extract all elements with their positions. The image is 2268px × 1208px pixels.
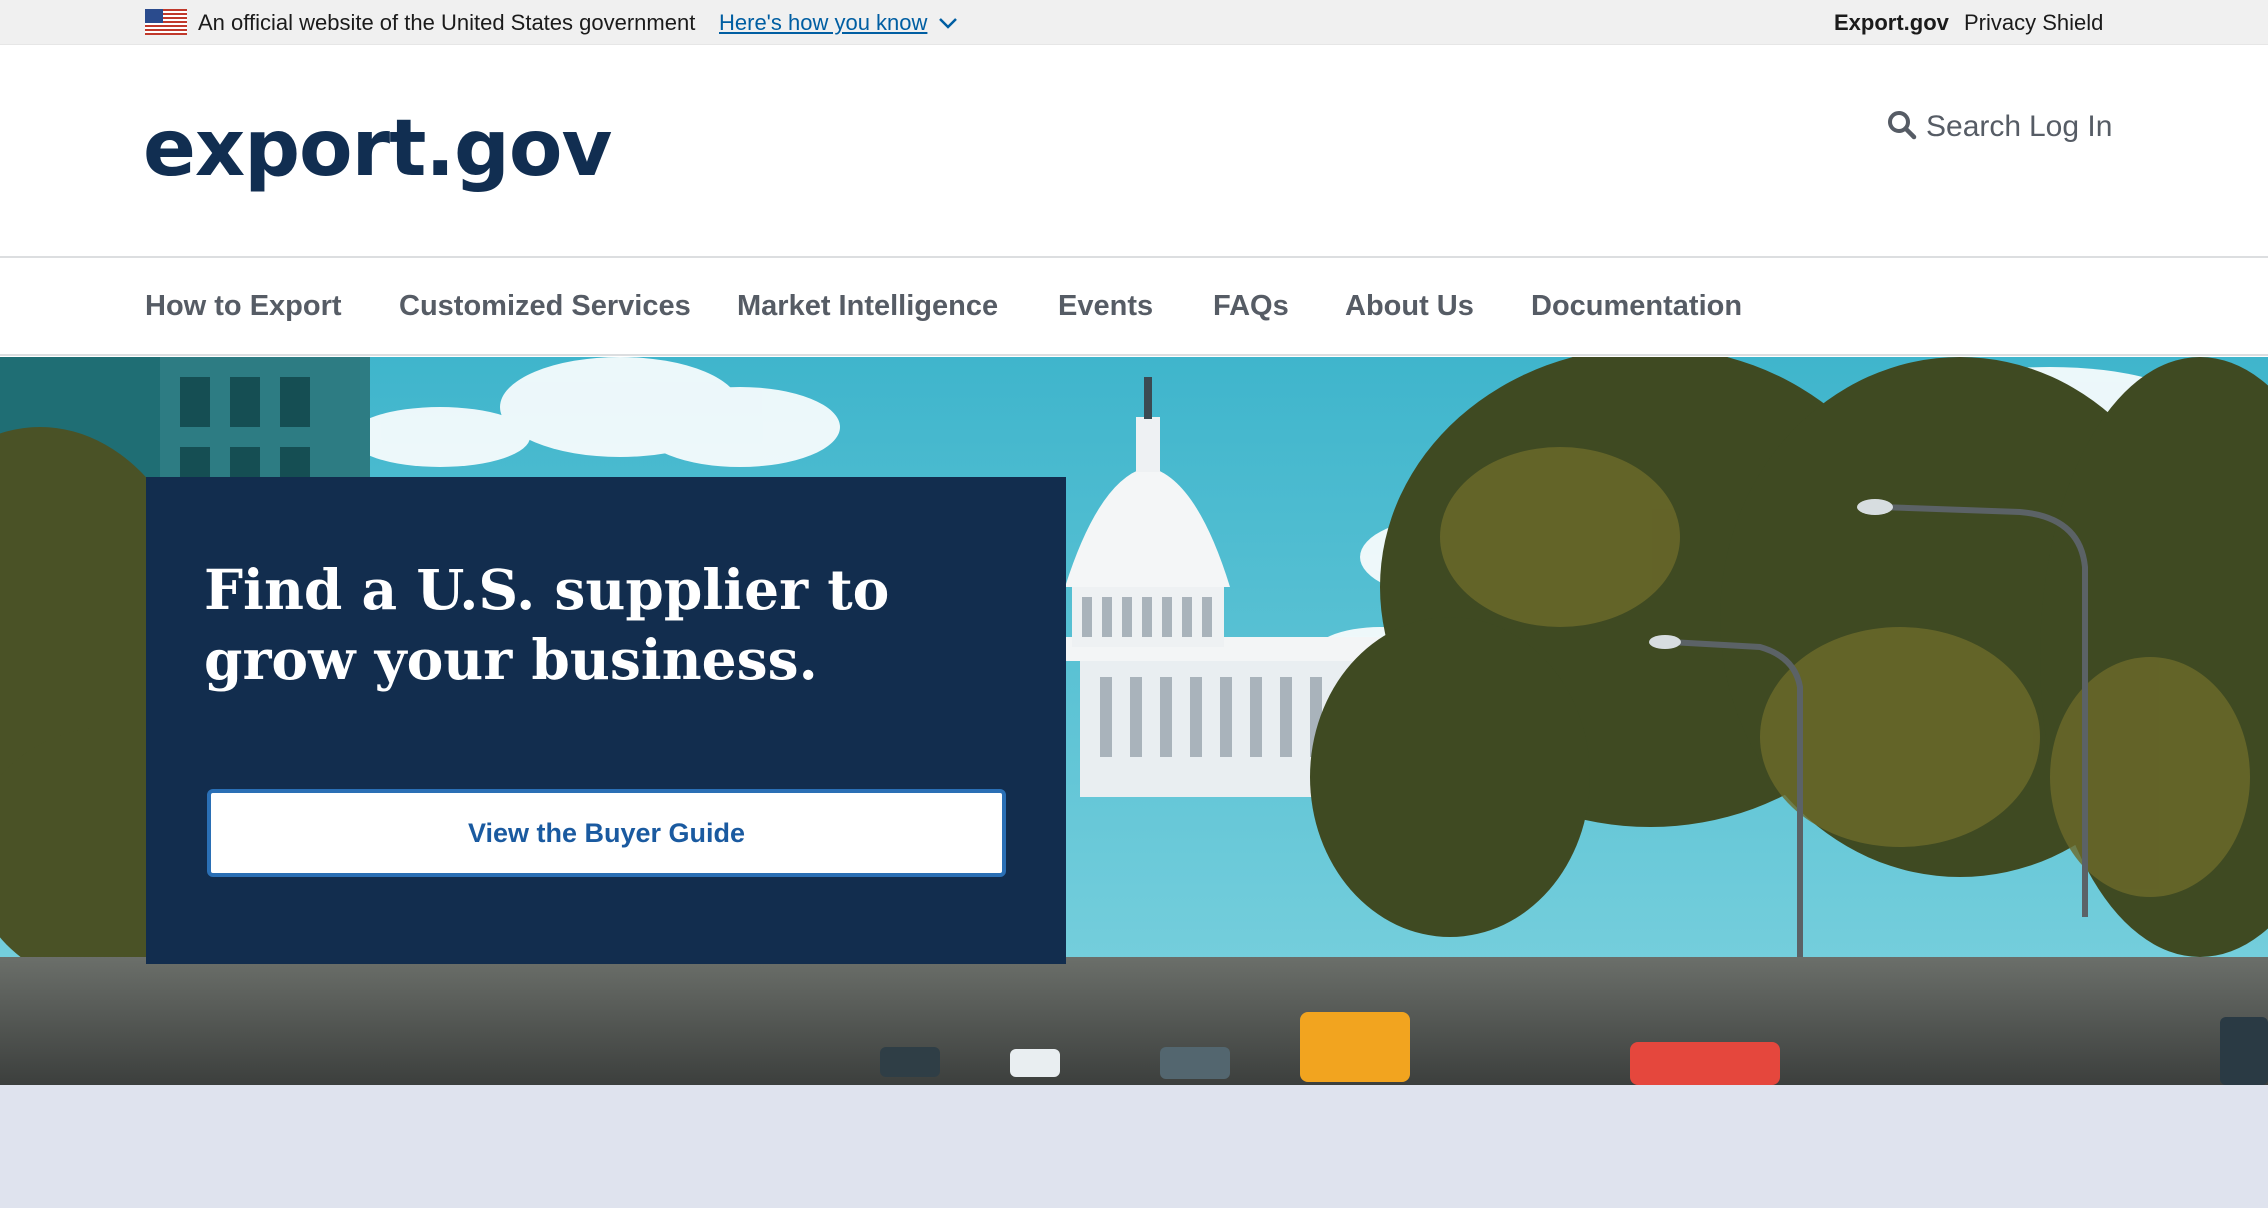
export-gov-logo[interactable]: export.gov	[143, 104, 612, 194]
site-header: export.gov Search Log In	[0, 46, 2268, 258]
search-button[interactable]: Search	[1926, 110, 2021, 144]
primary-nav: How to Export Customized Services Market…	[0, 258, 2268, 356]
nav-item-how-to-export[interactable]: How to Export	[145, 258, 342, 354]
content-band	[0, 1085, 2268, 1208]
gov-banner: An official website of the United States…	[0, 0, 2268, 45]
hero-card: Find a U.S. supplier to grow your busine…	[146, 477, 1066, 964]
nav-item-faqs[interactable]: FAQs	[1213, 258, 1289, 354]
view-buyer-guide-button[interactable]: View the Buyer Guide	[207, 789, 1006, 877]
nav-item-documentation[interactable]: Documentation	[1531, 258, 1742, 354]
search-icon[interactable]	[1887, 110, 1917, 140]
hero-section: Find a U.S. supplier to grow your busine…	[0, 357, 2268, 1085]
nav-item-about-us[interactable]: About Us	[1345, 258, 1474, 354]
official-website-text: An official website of the United States…	[198, 10, 696, 35]
login-link[interactable]: Log In	[2029, 110, 2112, 144]
hero-title: Find a U.S. supplier to grow your busine…	[204, 557, 890, 692]
privacy-shield-link[interactable]: Privacy Shield	[1964, 11, 2103, 35]
nav-item-events[interactable]: Events	[1058, 258, 1153, 354]
nav-item-market-intelligence[interactable]: Market Intelligence	[737, 258, 998, 354]
nav-item-customized-services[interactable]: Customized Services	[399, 258, 691, 354]
chevron-down-icon[interactable]	[937, 14, 959, 32]
export-gov-link[interactable]: Export.gov	[1834, 11, 1949, 35]
heres-how-you-know-link[interactable]: Here's how you know	[719, 11, 927, 35]
us-flag-icon	[145, 9, 187, 35]
